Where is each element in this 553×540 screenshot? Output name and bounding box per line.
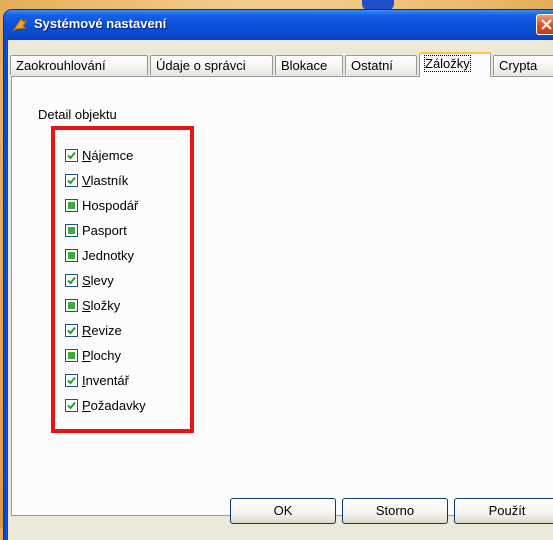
accesskey-letter: R <box>82 322 92 338</box>
checkbox-label: Hospodář <box>82 197 139 213</box>
apply-button[interactable]: Použít <box>454 498 553 524</box>
section-label: Detail objektu <box>38 107 117 122</box>
tab-strip: Zaokrouhlování Údaje o správci Blokace O… <box>8 52 553 77</box>
checkbox-revize[interactable]: Revize <box>65 321 122 339</box>
checkbox-slozky[interactable]: Složky <box>65 296 120 314</box>
check-icon <box>67 276 76 284</box>
checkbox-label: nventář <box>85 372 129 388</box>
close-button[interactable] <box>536 14 553 35</box>
checkbox-hospodar[interactable]: Hospodář <box>65 196 138 214</box>
checkbox[interactable] <box>65 223 78 237</box>
cancel-button[interactable]: Storno <box>342 498 448 524</box>
tab-udaje-o-spravci[interactable]: Údaje o správci <box>150 55 273 75</box>
checkbox-pasport[interactable]: Pasport <box>65 221 127 239</box>
checkbox-jednotky[interactable]: Jednotky <box>65 246 134 264</box>
check-icon <box>67 151 76 159</box>
accesskey-letter: S <box>82 297 91 313</box>
tab-label: Crypta <box>499 58 538 73</box>
checkbox-label: ožadavky <box>90 397 146 413</box>
accesskey-letter: S <box>82 272 91 288</box>
tab-label: Blokace <box>281 58 328 73</box>
tab-zalozky[interactable]: Záložky <box>419 52 491 77</box>
check-icon <box>67 326 76 334</box>
ok-button[interactable]: OK <box>230 498 336 524</box>
checkbox-najemce[interactable]: Nájemce <box>65 146 133 164</box>
checkbox[interactable] <box>65 173 78 187</box>
checkbox[interactable] <box>65 373 78 387</box>
accesskey-letter: P <box>82 347 91 363</box>
background-window-edge <box>362 0 394 10</box>
app-icon <box>12 17 28 33</box>
checkbox-label: ájemce <box>91 147 134 163</box>
window-title: Systémové nastavení <box>34 16 167 31</box>
checkbox-vlastnik[interactable]: Vlastník <box>65 171 128 189</box>
tab-label: Ostatní <box>351 58 393 73</box>
checkbox-label: evize <box>91 322 122 338</box>
checkbox-label: levy <box>90 272 114 288</box>
checkbox[interactable] <box>65 398 78 412</box>
check-icon <box>67 376 76 384</box>
accesskey-letter: V <box>82 172 91 188</box>
check-icon <box>67 401 76 409</box>
checkbox-label: Jednotky <box>82 247 135 263</box>
close-icon <box>541 19 552 30</box>
checkbox[interactable] <box>65 248 78 262</box>
tab-ostatni[interactable]: Ostatní <box>345 55 417 75</box>
checkbox[interactable] <box>65 198 78 212</box>
check-icon <box>67 176 76 184</box>
checkbox-inventar[interactable]: Inventář <box>65 371 129 389</box>
tab-label: Údaje o správci <box>156 58 246 73</box>
settings-dialog: Systémové nastavení Zaokrouhlování Údaje… <box>4 10 553 540</box>
tab-blokace[interactable]: Blokace <box>275 55 343 75</box>
accesskey-letter: N <box>82 147 92 163</box>
checkbox-pozadavky[interactable]: Požadavky <box>65 396 146 414</box>
tab-zaokrouhlovani[interactable]: Zaokrouhlování <box>10 55 148 75</box>
checkbox-slevy[interactable]: Slevy <box>65 271 114 289</box>
checkbox-label: ložky <box>90 297 121 313</box>
checkbox-label: Pasport <box>82 222 127 238</box>
checkbox-label: lochy <box>90 347 122 363</box>
checkbox[interactable] <box>65 148 78 162</box>
checkbox[interactable] <box>65 273 78 287</box>
checkbox[interactable] <box>65 298 78 312</box>
dialog-client-area: Zaokrouhlování Údaje o správci Blokace O… <box>8 40 553 540</box>
tab-label: Zaokrouhlování <box>16 58 106 73</box>
checkbox-label: lastník <box>90 172 129 188</box>
checkbox[interactable] <box>65 348 78 362</box>
accesskey-letter: P <box>82 397 91 413</box>
title-bar[interactable]: Systémové nastavení <box>4 10 553 40</box>
tab-crypta[interactable]: Crypta <box>493 55 553 75</box>
checkbox-plochy[interactable]: Plochy <box>65 346 121 364</box>
checkbox[interactable] <box>65 323 78 337</box>
tab-label: Záložky <box>424 55 471 72</box>
